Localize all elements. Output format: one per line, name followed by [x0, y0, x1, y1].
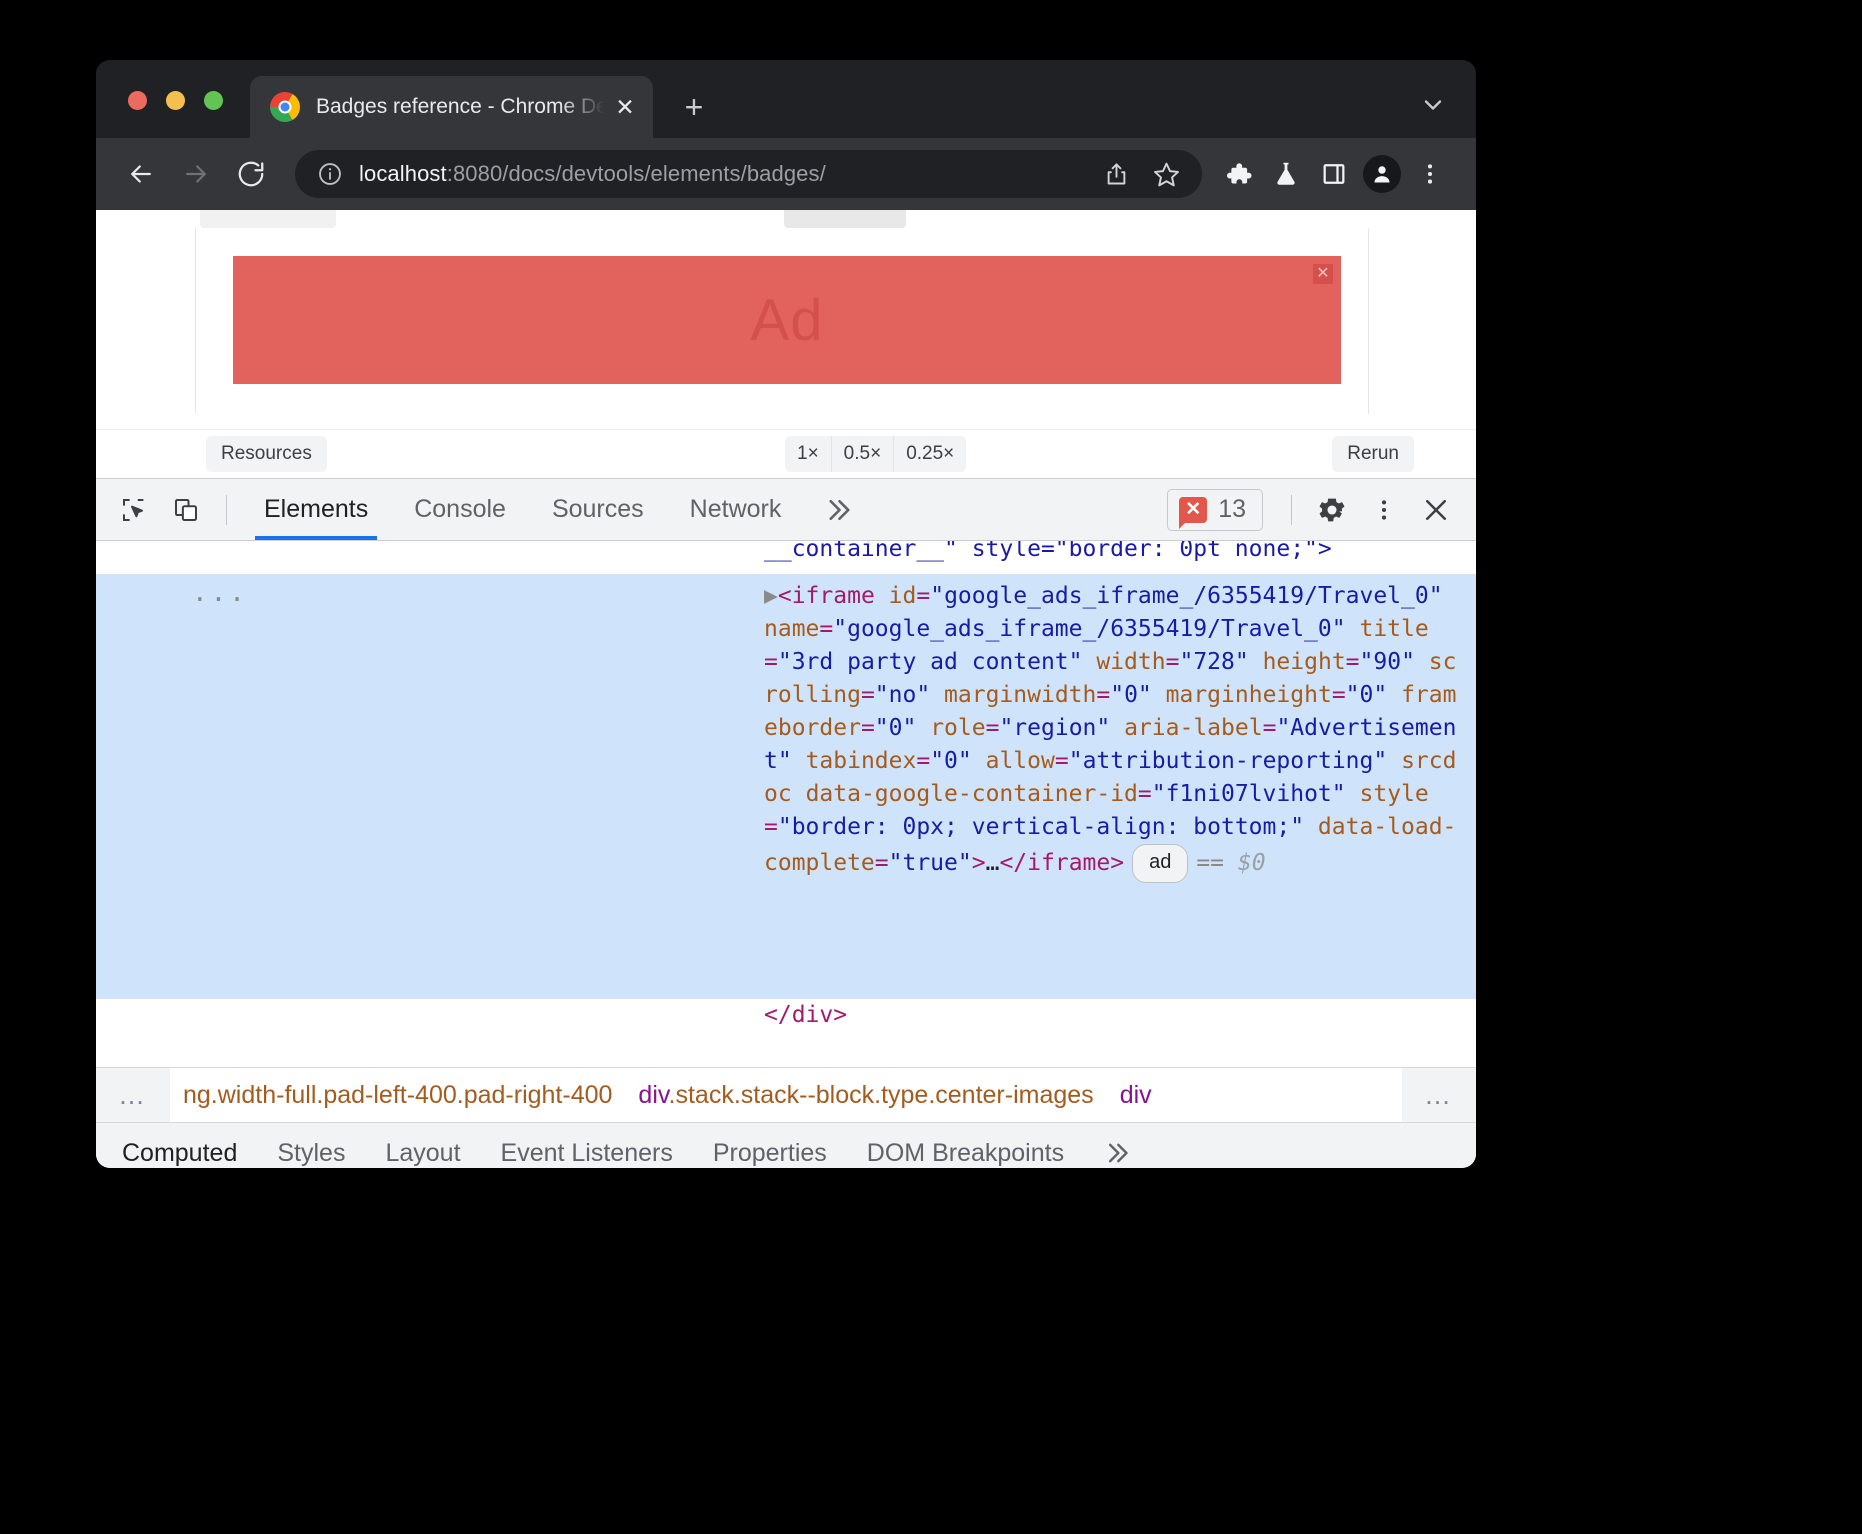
forward-arrow-icon	[173, 151, 219, 197]
minimize-window-button[interactable]	[166, 91, 185, 110]
devtools-toolbar-right: ✕ 13	[1167, 486, 1476, 534]
toolbar-divider-right	[1291, 495, 1292, 525]
tab-dom-breakpoints[interactable]: DOM Breakpoints	[847, 1123, 1084, 1168]
scale-1x-button[interactable]: 1×	[785, 436, 832, 472]
dom-line-above[interactable]: __container__" style="border: 0pt none;"…	[96, 541, 1476, 574]
error-count: 13	[1218, 495, 1246, 524]
chevron-down-icon[interactable]	[1416, 88, 1450, 122]
scale-0.25x-button[interactable]: 0.25×	[894, 436, 966, 472]
tab-event-listeners[interactable]: Event Listeners	[481, 1123, 693, 1168]
tab-close-icon[interactable]: ✕	[607, 89, 643, 125]
labs-flask-icon[interactable]	[1262, 150, 1310, 198]
resources-button[interactable]: Resources	[206, 436, 327, 472]
dom-selected-node[interactable]: ··· ▶<iframe id="google_ads_iframe_/6355…	[96, 574, 1476, 999]
toolbar-divider	[226, 495, 227, 525]
browser-kebab-menu-icon[interactable]	[1406, 150, 1454, 198]
site-info-icon[interactable]	[317, 161, 343, 187]
breadcrumb-overflow-right[interactable]: …	[1402, 1068, 1476, 1122]
tab-elements[interactable]: Elements	[241, 479, 391, 540]
chrome-logo-icon	[270, 92, 300, 122]
chrome-browser-window: Badges reference - Chrome DevTools ✕ +	[96, 60, 1476, 1168]
error-count-badge[interactable]: ✕ 13	[1167, 489, 1263, 531]
ad-badge[interactable]: ad	[1132, 844, 1188, 883]
breadcrumb-overflow-left[interactable]: …	[96, 1068, 170, 1122]
omnibox[interactable]: localhost:8080/docs/devtools/elements/ba…	[295, 150, 1202, 198]
tab-strip: Badges reference - Chrome DevTools ✕ +	[96, 60, 1476, 138]
ad-banner-label: Ad	[751, 287, 824, 354]
sibling-ellipsis[interactable]: ···	[192, 584, 248, 617]
sidebar-tab-list: Computed Styles Layout Event Listeners P…	[96, 1122, 1476, 1168]
inspect-element-icon[interactable]	[108, 486, 160, 534]
bookmark-star-icon[interactable]	[1144, 152, 1188, 196]
window-traffic-lights	[128, 91, 223, 110]
device-toolbar-icon[interactable]	[160, 486, 212, 534]
gear-icon[interactable]	[1306, 486, 1358, 534]
extensions-puzzle-icon[interactable]	[1214, 150, 1262, 198]
more-sidebar-tabs-icon[interactable]	[1084, 1123, 1148, 1168]
ad-banner: Ad ✕	[233, 256, 1341, 384]
reload-icon[interactable]	[228, 151, 274, 197]
dom-node-code: ▶<iframe id="google_ads_iframe_/6355419/…	[764, 580, 1464, 883]
scale-0.5x-button[interactable]: 0.5×	[832, 436, 895, 472]
breadcrumb-item-1[interactable]: ng.width-full.pad-left-400.pad-right-400	[170, 1081, 625, 1110]
dom-line-below[interactable]: </div>	[96, 999, 1476, 1035]
devtools-panel: Elements Console Sources Network ✕ 13	[96, 478, 1476, 1168]
close-window-button[interactable]	[128, 91, 147, 110]
page-overlay-bar: Resources 1× 0.5× 0.25× Rerun	[96, 429, 1476, 478]
omnibox-actions	[1094, 152, 1188, 196]
share-icon[interactable]	[1094, 152, 1138, 196]
url-host: localhost	[359, 161, 447, 186]
tab-sources[interactable]: Sources	[529, 479, 667, 540]
more-tabs-icon[interactable]	[804, 479, 870, 540]
close-devtools-icon[interactable]	[1410, 486, 1462, 534]
devtools-tab-list: Elements Console Sources Network	[241, 479, 870, 540]
devtools-kebab-menu-icon[interactable]	[1358, 486, 1410, 534]
page-top-strip	[96, 210, 1476, 228]
tab-computed[interactable]: Computed	[102, 1123, 257, 1168]
tab-styles[interactable]: Styles	[257, 1123, 365, 1168]
page-placeholder-right	[784, 210, 906, 228]
avatar	[1363, 155, 1401, 193]
tab-layout[interactable]: Layout	[365, 1123, 480, 1168]
breadcrumb: … ng.width-full.pad-left-400.pad-right-4…	[96, 1067, 1476, 1122]
scale-button-group: 1× 0.5× 0.25×	[785, 436, 966, 472]
dom-text-container: __container__" style="border: 0pt none;"…	[764, 541, 1332, 562]
error-bubble-icon: ✕	[1179, 497, 1207, 523]
tab-console[interactable]: Console	[391, 479, 529, 540]
new-tab-button[interactable]: +	[673, 86, 715, 128]
equals-sign: ==	[1196, 850, 1224, 876]
screenshot-root: Badges reference - Chrome DevTools ✕ +	[0, 0, 1862, 1534]
page-viewport: Ad ✕ Resources 1× 0.5× 0.25× Rerun	[96, 210, 1476, 478]
browser-tab[interactable]: Badges reference - Chrome DevTools ✕	[250, 76, 653, 138]
profile-avatar-icon[interactable]	[1358, 150, 1406, 198]
tab-title: Badges reference - Chrome DevTools	[316, 95, 607, 119]
url-path: :8080/docs/devtools/elements/badges/	[447, 161, 826, 186]
expand-arrow-icon[interactable]: ▶	[764, 583, 778, 609]
rerun-button[interactable]: Rerun	[1332, 436, 1414, 472]
maximize-window-button[interactable]	[204, 91, 223, 110]
dom-close-div: </div>	[764, 1002, 847, 1028]
selection-ref: $0	[1238, 850, 1266, 876]
breadcrumb-item-2-classes: .stack.stack--block.type.center-images	[669, 1081, 1094, 1109]
url-text: localhost:8080/docs/devtools/elements/ba…	[359, 161, 1094, 187]
breadcrumb-item-3[interactable]: div	[1107, 1081, 1165, 1110]
breadcrumb-item-2[interactable]: div.stack.stack--block.type.center-image…	[625, 1081, 1106, 1110]
dom-tree[interactable]: __container__" style="border: 0pt none;"…	[96, 541, 1476, 1067]
browser-toolbar: localhost:8080/docs/devtools/elements/ba…	[96, 138, 1476, 210]
back-arrow-icon[interactable]	[118, 151, 164, 197]
page-placeholder-left	[200, 210, 336, 228]
devtools-toolbar: Elements Console Sources Network ✕ 13	[96, 479, 1476, 541]
ad-close-icon[interactable]: ✕	[1313, 264, 1333, 284]
tab-properties[interactable]: Properties	[693, 1123, 847, 1168]
breadcrumb-item-2-tag: div	[638, 1081, 668, 1109]
tab-network[interactable]: Network	[667, 479, 805, 540]
side-panel-icon[interactable]	[1310, 150, 1358, 198]
